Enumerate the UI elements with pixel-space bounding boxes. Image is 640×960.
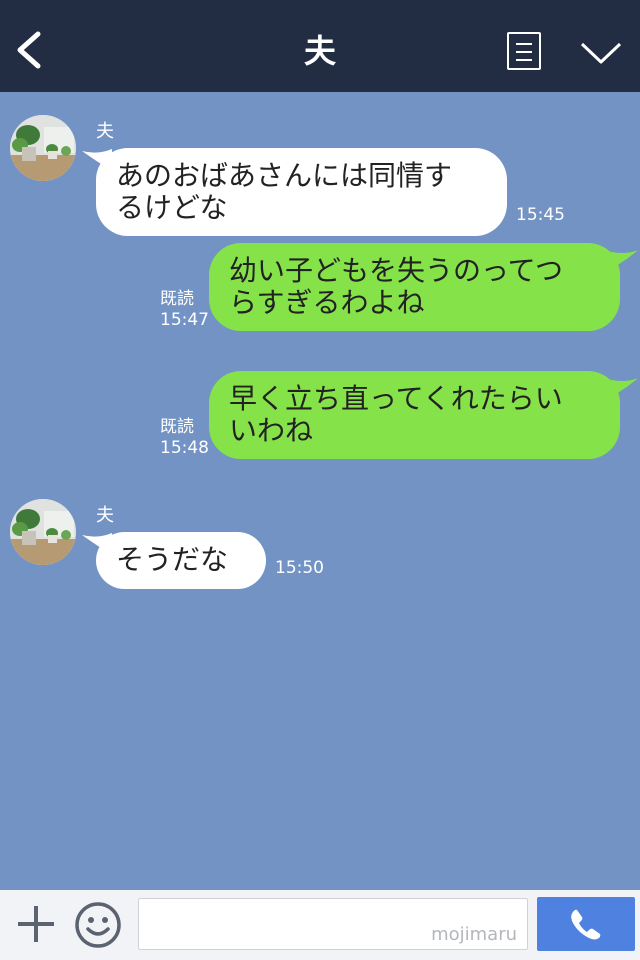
- message-bubble[interactable]: そうだな: [96, 532, 266, 589]
- phone-icon: [571, 909, 601, 940]
- chevron-down-icon[interactable]: [580, 40, 622, 66]
- message-time: 15:47: [160, 310, 209, 330]
- read-receipt: 既読 15:48: [160, 417, 209, 459]
- read-receipt: 既読 15:47: [160, 289, 209, 331]
- avatar[interactable]: [10, 115, 76, 181]
- chat-title: 夫: [303, 32, 336, 70]
- read-label: 既読: [160, 417, 194, 437]
- message-time: 15:48: [160, 438, 209, 458]
- watermark: mojimaru: [431, 924, 517, 945]
- message-bubble[interactable]: 早く立ち直ってくれたらい いわね: [209, 371, 620, 459]
- bubble-tail: [604, 378, 638, 400]
- menu-icon[interactable]: [507, 32, 541, 70]
- smile-icon[interactable]: [74, 901, 122, 949]
- message-time: 15:50: [275, 558, 324, 578]
- avatar[interactable]: [10, 499, 76, 565]
- message-line: 幼い子どもを失うのってつ: [229, 254, 564, 287]
- sender-name: 夫: [96, 121, 114, 142]
- message-bubble[interactable]: 幼い子どもを失うのってつ らすぎるわよね: [209, 243, 620, 331]
- message-time: 15:45: [516, 205, 565, 225]
- message-line: るけどな: [116, 191, 228, 224]
- message-line: あのおばあさんには同情す: [116, 159, 453, 192]
- message-line: 早く立ち直ってくれたらい: [229, 382, 563, 415]
- read-label: 既読: [160, 289, 194, 309]
- message-line: いわね: [229, 414, 314, 447]
- message-line: そうだな: [116, 543, 229, 576]
- call-button[interactable]: [537, 897, 635, 951]
- plus-icon[interactable]: [16, 904, 56, 944]
- message-line: らすぎるわよね: [229, 286, 425, 319]
- message-bubble[interactable]: あのおばあさんには同情す るけどな: [96, 148, 507, 236]
- message-input[interactable]: mojimaru: [138, 898, 528, 950]
- chat-header: 夫: [0, 0, 640, 92]
- chat-area[interactable]: 夫 あのおばあさんには同情す るけどな 15:45 既読 15:47 幼い子ども…: [0, 92, 640, 890]
- sender-name: 夫: [96, 505, 114, 526]
- bubble-tail: [604, 250, 638, 272]
